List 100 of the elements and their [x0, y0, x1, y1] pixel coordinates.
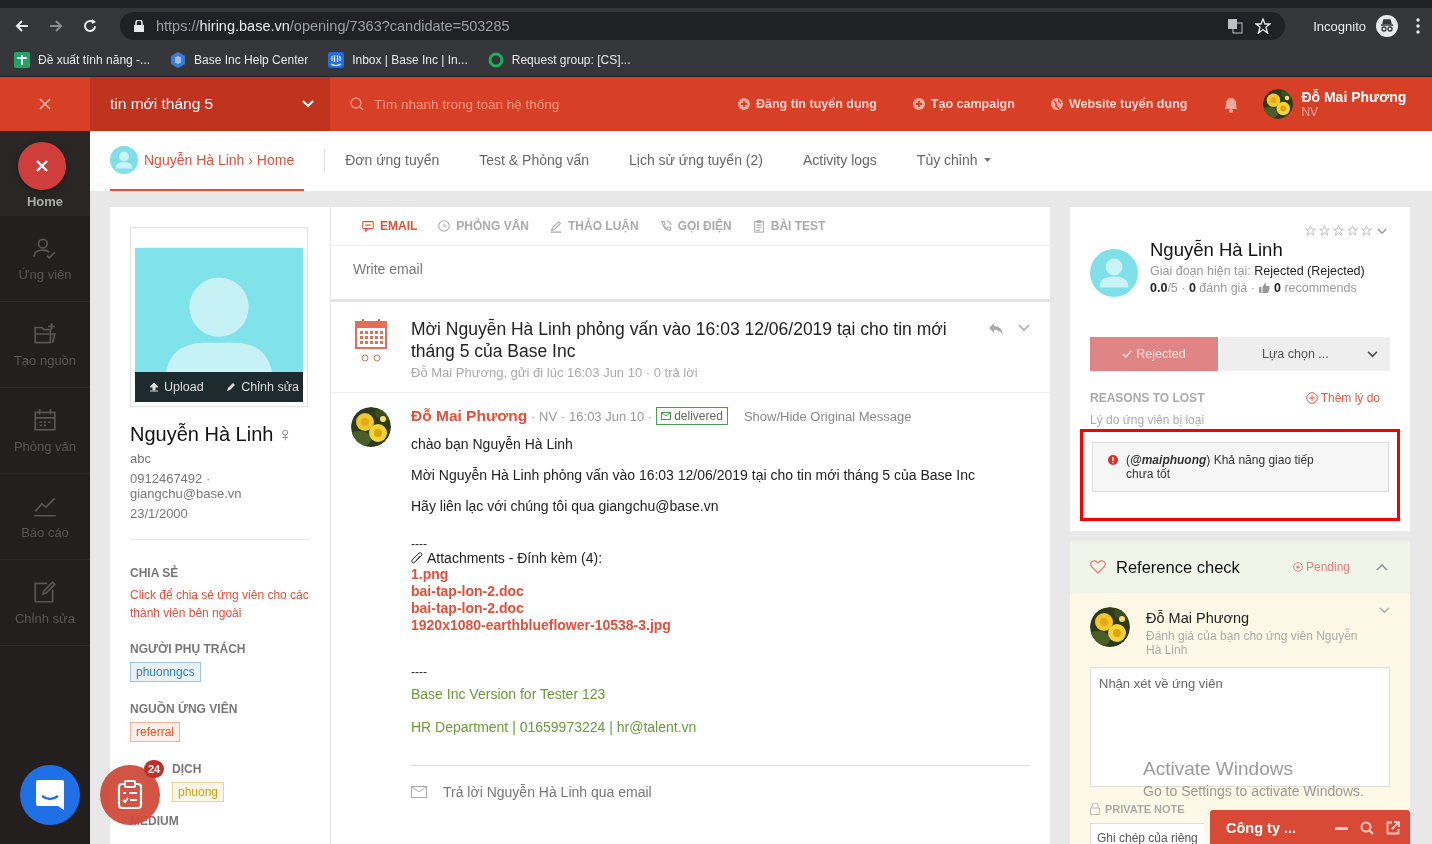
status-button[interactable]: Rejected	[1090, 337, 1218, 371]
user-name[interactable]: Đỗ Mai Phương	[1301, 89, 1407, 105]
back-icon[interactable]	[14, 18, 30, 34]
candidate-birthday: 23/1/2000	[130, 506, 189, 521]
calendar-icon	[32, 407, 58, 433]
tag[interactable]: phuonngcs	[130, 662, 201, 682]
star-icon[interactable]	[1319, 225, 1330, 236]
bell-icon[interactable]	[1223, 95, 1240, 113]
thumbs-up-icon	[1258, 283, 1270, 293]
bookmark[interactable]: Đề xuất tính năng -...	[14, 52, 151, 68]
chevron-up-icon[interactable]	[1376, 563, 1388, 571]
section-label: NGƯỜI PHỤ TRÁCH	[130, 642, 247, 656]
user-role: NV	[1301, 105, 1320, 119]
message-text: Hãy liên lạc với chúng tôi qua giangchu@base.vn	[411, 498, 720, 514]
address-bar[interactable]: https://hiring.base.vn/opening/7363?candidate=503285	[120, 12, 1286, 40]
candidate-name: Nguyễn Hà Linh	[130, 423, 274, 446]
chat-icon	[361, 219, 375, 233]
paperclip-icon	[411, 551, 423, 565]
reply-icon[interactable]	[988, 322, 1004, 336]
section-header[interactable]: Reference check Pending	[1070, 541, 1410, 593]
clipboard-icon	[117, 780, 143, 810]
message-time: 16:03 Jun 10 ·	[569, 408, 653, 424]
edit-button[interactable]: Chỉnh sửa	[226, 380, 299, 394]
close-icon	[35, 159, 49, 173]
translate-icon[interactable]	[1227, 18, 1244, 34]
add-reason-link[interactable]: Thêm lý do	[1305, 391, 1380, 405]
upload-button[interactable]: Upload	[149, 380, 204, 394]
phone-icon	[658, 219, 673, 233]
tab[interactable]: Nguyễn Hà Linh › Home	[110, 131, 305, 191]
thread-title: Mời Nguyễn Hà Linh phỏng vấn vào 16:03 12/06/2019 tại cho tin mới tháng 5 của Base Inc	[411, 318, 948, 362]
header-link[interactable]: Đăng tin tuyển dụng	[738, 97, 877, 111]
reply-field[interactable]: Trả lời Nguyễn Hà Linh qua email	[411, 766, 1030, 800]
share-link[interactable]: Click để chia sẻ ứng viên cho các thành viên bên ngoài	[130, 586, 310, 622]
star-icon[interactable]	[1361, 225, 1372, 236]
attachment-link[interactable]: 1920x1080-earthblueflower-10538-3.jpg	[411, 617, 1030, 634]
separator-text: ----	[411, 666, 428, 678]
tag[interactable]: phuong	[172, 782, 225, 802]
forward-icon[interactable]	[48, 18, 64, 34]
popout-icon[interactable]	[1386, 821, 1400, 835]
hint-text: Lý do ứng viên bị loại	[1090, 413, 1206, 427]
close-icon[interactable]	[39, 98, 51, 110]
chevron-down-icon[interactable]	[1377, 228, 1387, 235]
chevron-down-icon[interactable]	[1018, 324, 1030, 332]
gender-symbol: ♀	[277, 423, 293, 446]
chat-icon	[35, 779, 65, 811]
tab[interactable]: Đơn ứng tuyển	[345, 131, 440, 191]
activity-tab[interactable]: PHỎNG VẤN	[437, 219, 530, 233]
message-text: chào bạn Nguyễn Hà Linh	[411, 436, 574, 452]
minimize-icon[interactable]	[1335, 826, 1348, 830]
section-label: NGUỒN ỨNG VIÊN	[130, 702, 239, 716]
search-icon[interactable]	[1360, 821, 1374, 835]
note-field[interactable]: Ghi chép của riêng	[1090, 823, 1204, 844]
chevron-down-icon	[302, 100, 314, 108]
job-dropdown[interactable]: tin mới tháng 5	[90, 77, 330, 131]
star-icon[interactable]	[1305, 225, 1316, 236]
bookmark[interactable]: Request group: [CS]...	[487, 52, 631, 68]
choose-dropdown[interactable]: Lựa chọn ...	[1220, 337, 1390, 371]
star-icon[interactable]	[1347, 225, 1358, 236]
alert-icon	[1108, 455, 1118, 465]
author-role: · NV ·	[531, 408, 566, 424]
section-label: REASONS TO LOST	[1090, 391, 1205, 405]
chevron-down-icon[interactable]	[1379, 607, 1390, 614]
envelope-icon	[411, 786, 427, 798]
header-link[interactable]: Website tuyển dụng	[1050, 97, 1188, 111]
activity-tab[interactable]: EMAIL	[361, 219, 418, 233]
tab[interactable]: Lịch sử ứng tuyển (2)	[629, 131, 763, 191]
stage-text: Giai đoạn hiện tại: Rejected (Rejected)	[1150, 264, 1365, 278]
reload-icon[interactable]	[82, 18, 98, 34]
incognito-icon[interactable]	[1376, 15, 1398, 37]
activity-tab[interactable]: BÀI TEST	[751, 219, 826, 233]
attachment-link[interactable]: bai-tap-lon-2.doc	[411, 600, 1030, 617]
tab[interactable]: Tùy chỉnh	[916, 131, 991, 191]
activity-tab[interactable]: GỌI ĐIỆN	[658, 219, 732, 233]
chat-bar[interactable]: Công ty ...	[1210, 810, 1410, 844]
bookmark[interactable]: Base Inc Help Center	[170, 52, 309, 68]
search-field[interactable]: Tìm nhanh trong toàn hệ thống	[330, 95, 738, 113]
author-name[interactable]: Đỗ Mai Phương	[411, 407, 528, 425]
more-icon[interactable]	[1416, 18, 1420, 34]
attachment-link[interactable]: bai-tap-lon-2.doc	[411, 583, 1030, 600]
message-text: Mời Nguyễn Hà Linh phỏng vấn vào 16:03 12/06/2019 tại cho tin mới tháng 5 của Base Inc	[411, 467, 976, 483]
separator-text: ----	[411, 538, 427, 550]
tab[interactable]: Test & Phỏng vấn	[479, 131, 589, 191]
star-icon[interactable]	[1333, 225, 1344, 236]
clipboard-icon	[751, 219, 766, 233]
clock-icon	[437, 219, 452, 233]
tag[interactable]: referral	[130, 722, 180, 742]
attachment-link[interactable]: 1.png	[411, 566, 1030, 583]
activity-tab[interactable]: THẢO LUẬN	[549, 219, 639, 233]
plus-circle-icon	[738, 98, 750, 110]
section-label: CHIA SẺ	[130, 566, 180, 580]
header-link[interactable]: Tạo campaign	[912, 97, 1015, 111]
upload-icon	[149, 382, 159, 392]
bookmark[interactable]: Inbox | Base Inc | In...	[328, 52, 468, 68]
avatar-icon	[1090, 249, 1138, 297]
envelope-icon	[661, 412, 672, 420]
status-tag: delivered	[656, 407, 728, 425]
star-rating[interactable]	[1305, 225, 1372, 236]
tab[interactable]: Activity logs	[802, 131, 877, 191]
status-label: Pending	[1292, 560, 1350, 574]
toggle-link[interactable]: Show/Hide Original Message	[743, 408, 912, 424]
